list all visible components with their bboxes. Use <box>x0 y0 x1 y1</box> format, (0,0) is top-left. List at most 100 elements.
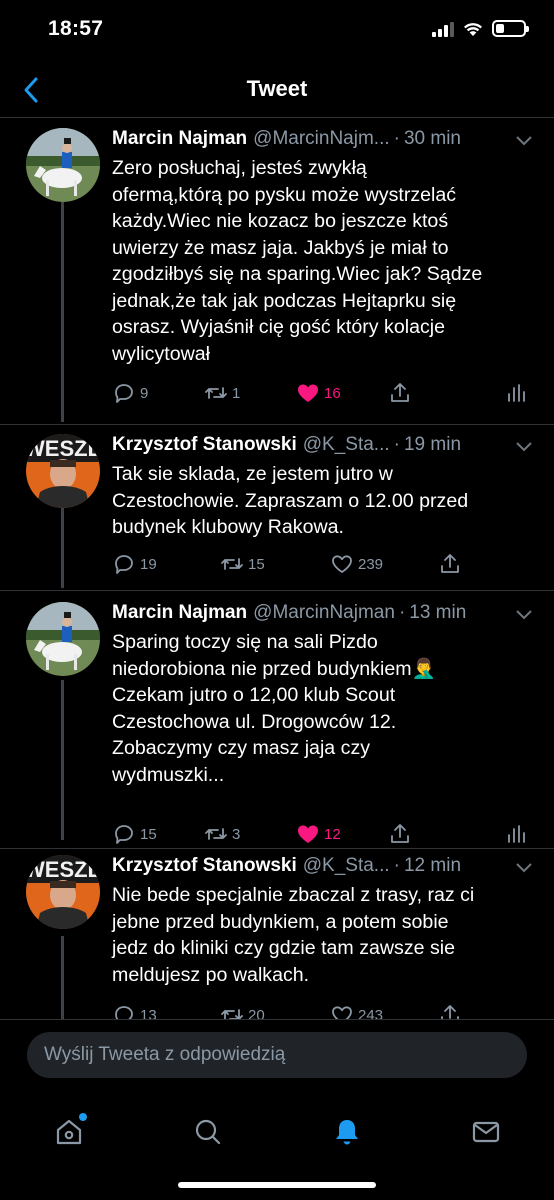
retweet-button[interactable]: 20 <box>220 1003 265 1020</box>
tweet-header: Krzysztof Stanowski @K_Sta... · 19 min <box>112 434 536 462</box>
horse-rider-avatar-image <box>26 128 100 202</box>
tab-home[interactable] <box>39 1102 99 1162</box>
retweet-count: 15 <box>248 555 265 573</box>
author-name[interactable]: Marcin Najman <box>112 602 247 624</box>
author-name[interactable]: Marcin Najman <box>112 128 247 150</box>
tweet-actions: 15 3 12 <box>108 822 534 850</box>
reply-count: 19 <box>140 555 157 573</box>
like-button[interactable]: 243 <box>330 1003 383 1020</box>
tweet-divider <box>0 590 554 591</box>
author-handle[interactable]: @MarcinNajm... <box>253 128 389 150</box>
status-time: 18:57 <box>48 17 104 40</box>
analytics-button[interactable] <box>504 381 528 405</box>
status-icons <box>432 20 529 37</box>
weszlo-avatar-image: WESZLO <box>26 855 100 929</box>
retweet-count: 1 <box>232 384 241 402</box>
reply-button[interactable]: 15 <box>112 822 157 846</box>
tweet-item[interactable]: WESZLO Krzysztof Stanowski @K_Sta... · 1… <box>0 434 554 598</box>
reply-icon <box>115 1006 133 1020</box>
page-title: Tweet <box>246 76 308 101</box>
retweet-count: 3 <box>232 825 241 843</box>
tweet-item[interactable]: WESZLO Krzysztof Stanowski @K_Sta... · 1… <box>0 855 554 1020</box>
retweet-icon <box>205 828 227 840</box>
like-button[interactable]: 16 <box>296 381 341 405</box>
tweet-divider <box>0 424 554 425</box>
home-indicator[interactable] <box>178 1182 376 1188</box>
avatar[interactable] <box>26 602 100 676</box>
tweet-time[interactable]: 19 min <box>404 434 461 456</box>
like-count: 12 <box>324 825 341 843</box>
chevron-down-icon[interactable] <box>516 136 532 146</box>
tab-messages[interactable] <box>456 1102 516 1162</box>
tweet-item[interactable]: Marcin Najman @MarcinNajm... · 30 min Ze… <box>0 128 554 428</box>
tweet-actions: 13 20 243 <box>108 1003 534 1020</box>
tweet-text: Nie bede specjalnie zbaczal z trasy, raz… <box>112 884 475 986</box>
new-content-dot <box>79 1113 87 1121</box>
share-button[interactable] <box>388 822 412 846</box>
svg-text:WESZLO: WESZLO <box>26 857 100 882</box>
share-icon <box>441 554 459 573</box>
share-icon <box>441 1005 459 1020</box>
separator-dot: · <box>398 602 406 623</box>
avatar[interactable]: WESZLO <box>26 434 100 508</box>
author-handle[interactable]: @K_Sta... <box>303 434 390 456</box>
nav-header: Tweet <box>0 62 554 118</box>
avatar[interactable] <box>26 128 100 202</box>
reply-button[interactable]: 9 <box>112 381 148 405</box>
like-count: 239 <box>358 555 384 573</box>
tab-search[interactable] <box>178 1102 238 1162</box>
analytics-icon <box>508 825 525 843</box>
horse-rider-avatar-image <box>26 602 100 676</box>
wifi-icon <box>464 22 482 36</box>
share-button[interactable] <box>388 381 412 405</box>
share-button[interactable] <box>438 552 462 576</box>
tweet-time[interactable]: 30 min <box>404 128 461 150</box>
retweet-button[interactable]: 1 <box>204 381 240 405</box>
share-button[interactable] <box>438 1003 462 1020</box>
messages-icon <box>472 1121 500 1143</box>
author-name[interactable]: Krzysztof Stanowski <box>112 855 297 877</box>
like-count: 243 <box>358 1006 384 1021</box>
separator-dot: · <box>393 434 400 455</box>
conversation-timeline[interactable]: Marcin Najman @MarcinNajm... · 30 min Ze… <box>0 118 554 1020</box>
heart-icon <box>332 555 352 573</box>
chevron-down-icon[interactable] <box>516 863 532 873</box>
reply-button[interactable]: 19 <box>112 552 157 576</box>
author-handle[interactable]: @K_Sta... <box>303 855 390 877</box>
retweet-button[interactable]: 3 <box>204 822 240 846</box>
heart-filled-icon <box>298 384 318 402</box>
notifications-icon <box>336 1120 358 1145</box>
tweet-header: Marcin Najman @MarcinNajm... · 30 min <box>112 128 536 156</box>
like-button[interactable]: 12 <box>296 822 341 846</box>
battery-icon <box>492 20 529 37</box>
like-button[interactable]: 239 <box>330 552 383 576</box>
chevron-down-icon[interactable] <box>516 442 532 452</box>
reply-count: 9 <box>140 384 149 402</box>
tweet-item[interactable]: Marcin Najman @MarcinNajman · 13 min Spa… <box>0 602 554 860</box>
weszlo-avatar-image: WESZLO <box>26 434 100 508</box>
chevron-down-icon[interactable] <box>516 610 532 620</box>
tweet-actions: 9 1 16 <box>108 381 534 409</box>
tweet-time[interactable]: 12 min <box>404 855 461 877</box>
reply-input[interactable] <box>27 1032 527 1078</box>
avatar[interactable]: WESZLO <box>26 855 100 929</box>
reply-count: 15 <box>140 825 157 843</box>
tweet-divider <box>0 848 554 849</box>
separator-dot: · <box>393 855 400 876</box>
cellular-signal-icon <box>432 21 454 37</box>
tab-notifications[interactable] <box>317 1102 377 1162</box>
author-name[interactable]: Krzysztof Stanowski <box>112 434 297 456</box>
reply-button[interactable]: 13 <box>112 1003 157 1020</box>
analytics-button[interactable] <box>504 822 528 846</box>
retweet-count: 20 <box>248 1006 265 1021</box>
tweet-text: Tak sie sklada, ze jestem jutro w Czesto… <box>112 463 469 538</box>
author-handle[interactable]: @MarcinNajman <box>253 602 395 624</box>
retweet-button[interactable]: 15 <box>220 552 265 576</box>
tweet-time[interactable]: 13 min <box>409 602 466 624</box>
tweet-header: Marcin Najman @MarcinNajman · 13 min <box>112 602 536 630</box>
share-icon <box>391 383 409 402</box>
search-icon <box>195 1119 221 1145</box>
reply-count: 13 <box>140 1006 157 1021</box>
status-bar: 18:57 <box>0 0 554 62</box>
retweet-icon <box>205 387 227 399</box>
